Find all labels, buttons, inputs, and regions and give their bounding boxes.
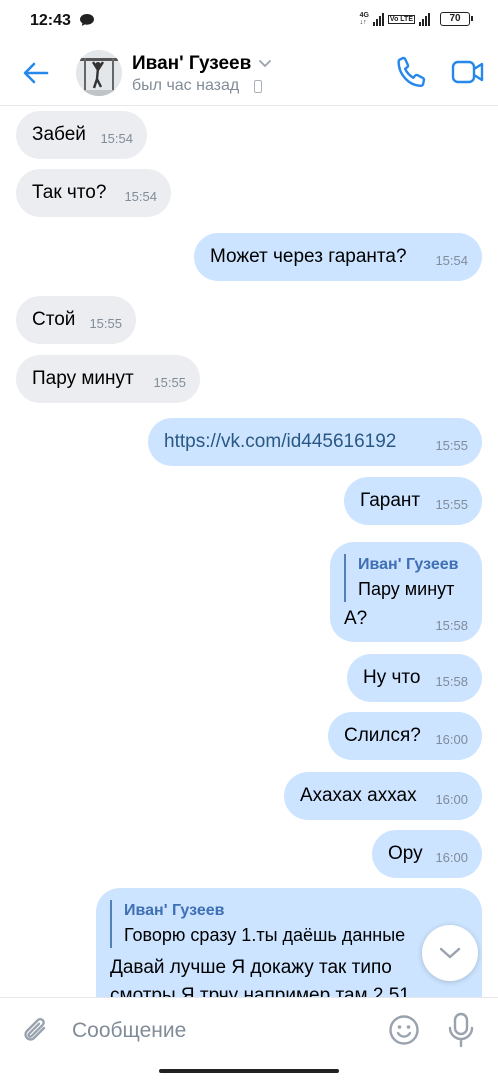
message-text: Стой xyxy=(32,309,76,330)
status-time: 12:43 xyxy=(30,12,71,29)
attach-button[interactable] xyxy=(20,1014,52,1048)
emoji-button[interactable] xyxy=(388,1014,420,1046)
network-type: 4G ↓↑ xyxy=(360,12,369,26)
message-outgoing-reply[interactable]: Иван' Гузеев Пару минут А? 15:58 xyxy=(330,542,482,642)
microphone-button[interactable] xyxy=(446,1012,476,1048)
chevron-down-icon xyxy=(439,947,461,959)
call-button[interactable] xyxy=(396,55,428,89)
home-indicator[interactable] xyxy=(159,1069,339,1073)
reply-author: Иван' Гузеев xyxy=(124,902,225,919)
reply-author: Иван' Гузеев xyxy=(358,556,459,573)
message-text: Слился? xyxy=(344,725,421,746)
avatar[interactable] xyxy=(76,50,122,96)
scroll-to-bottom-button[interactable] xyxy=(422,925,478,981)
message-outgoing[interactable]: Ахахах аххах 16:00 xyxy=(284,772,482,820)
reply-text: Пару минут xyxy=(358,579,455,599)
message-time: 15:55 xyxy=(153,375,186,390)
message-time: 15:55 xyxy=(435,497,468,512)
chat-header: Иван' Гузеев был час назад xyxy=(0,44,498,106)
reply-quote[interactable]: Иван' Гузеев Говорю сразу 1.ты даёшь дан… xyxy=(110,900,405,948)
message-time: 16:00 xyxy=(435,792,468,807)
message-time: 15:54 xyxy=(435,253,468,268)
status-bar: 12:43 4G ↓↑ Vo LTE 70 xyxy=(0,0,498,44)
message-list[interactable]: Забей 15:54 Так что? 15:54 Может через г… xyxy=(0,107,498,997)
battery-level: 70 xyxy=(449,13,461,24)
mobile-device-icon xyxy=(254,80,262,93)
message-input[interactable] xyxy=(62,1012,362,1050)
message-outgoing[interactable]: Может через гаранта? 15:54 xyxy=(194,233,482,281)
avatar-image xyxy=(76,50,122,96)
back-button[interactable] xyxy=(20,57,52,89)
arrow-left-icon xyxy=(23,62,49,84)
signal-icon xyxy=(372,12,384,26)
message-incoming[interactable]: Забей 15:54 xyxy=(16,111,147,159)
message-incoming[interactable]: Пару минут 15:55 xyxy=(16,355,200,403)
message-link[interactable]: https://vk.com/id445616192 xyxy=(164,431,396,453)
message-outgoing[interactable]: Гарант 15:55 xyxy=(344,477,482,525)
status-indicators: 4G ↓↑ Vo LTE 70 xyxy=(360,12,473,26)
contact-last-seen: был час назад xyxy=(132,77,240,94)
network-arrows: ↓↑ xyxy=(359,19,367,26)
message-outgoing[interactable]: https://vk.com/id445616192 15:55 xyxy=(148,418,482,466)
system-gesture-bar xyxy=(0,1063,498,1080)
message-outgoing[interactable]: Ору 16:00 xyxy=(372,830,482,878)
message-text-line: Давай лучше Я докажу так типо xyxy=(110,957,392,978)
video-call-button[interactable] xyxy=(451,57,485,87)
message-composer xyxy=(0,997,498,1063)
message-outgoing[interactable]: Слился? 16:00 xyxy=(328,712,482,760)
message-text: Ору xyxy=(388,843,423,864)
message-time: 15:58 xyxy=(435,618,468,633)
message-text: Ахахах аххах xyxy=(300,785,417,806)
message-incoming[interactable]: Так что? 15:54 xyxy=(16,169,171,217)
battery-icon: 70 xyxy=(440,12,473,26)
chat-notification-icon xyxy=(80,14,94,26)
contact-name[interactable]: Иван' Гузеев xyxy=(132,53,251,75)
message-incoming[interactable]: Стой 15:55 xyxy=(16,296,136,344)
message-time: 15:55 xyxy=(89,316,122,331)
message-time: 15:54 xyxy=(100,131,133,146)
message-text: А? xyxy=(344,608,368,629)
volte-badge: Vo LTE xyxy=(387,14,415,24)
message-text: Ну что xyxy=(363,667,421,688)
network-type-label: 4G xyxy=(359,12,369,19)
message-time: 16:00 xyxy=(435,850,468,865)
chevron-down-icon[interactable] xyxy=(258,58,272,68)
message-text-line: смотры Я трчу например там 2.51 xyxy=(110,985,410,997)
message-time: 16:00 xyxy=(435,732,468,747)
signal-icon-2 xyxy=(419,12,430,26)
message-text: Пару минут xyxy=(32,368,134,389)
message-outgoing[interactable]: Ну что 15:58 xyxy=(347,654,482,702)
message-text: Гарант xyxy=(360,490,421,511)
message-text: Может через гаранта? xyxy=(210,246,407,267)
message-time: 15:58 xyxy=(435,674,468,689)
message-text: Так что? xyxy=(32,182,107,203)
reply-text: Говорю сразу 1.ты даёшь данные xyxy=(124,925,406,945)
message-text: Забей xyxy=(32,124,86,145)
reply-quote[interactable]: Иван' Гузеев Пару минут xyxy=(344,554,458,602)
message-time: 15:54 xyxy=(124,189,157,204)
message-time: 15:55 xyxy=(435,438,468,453)
